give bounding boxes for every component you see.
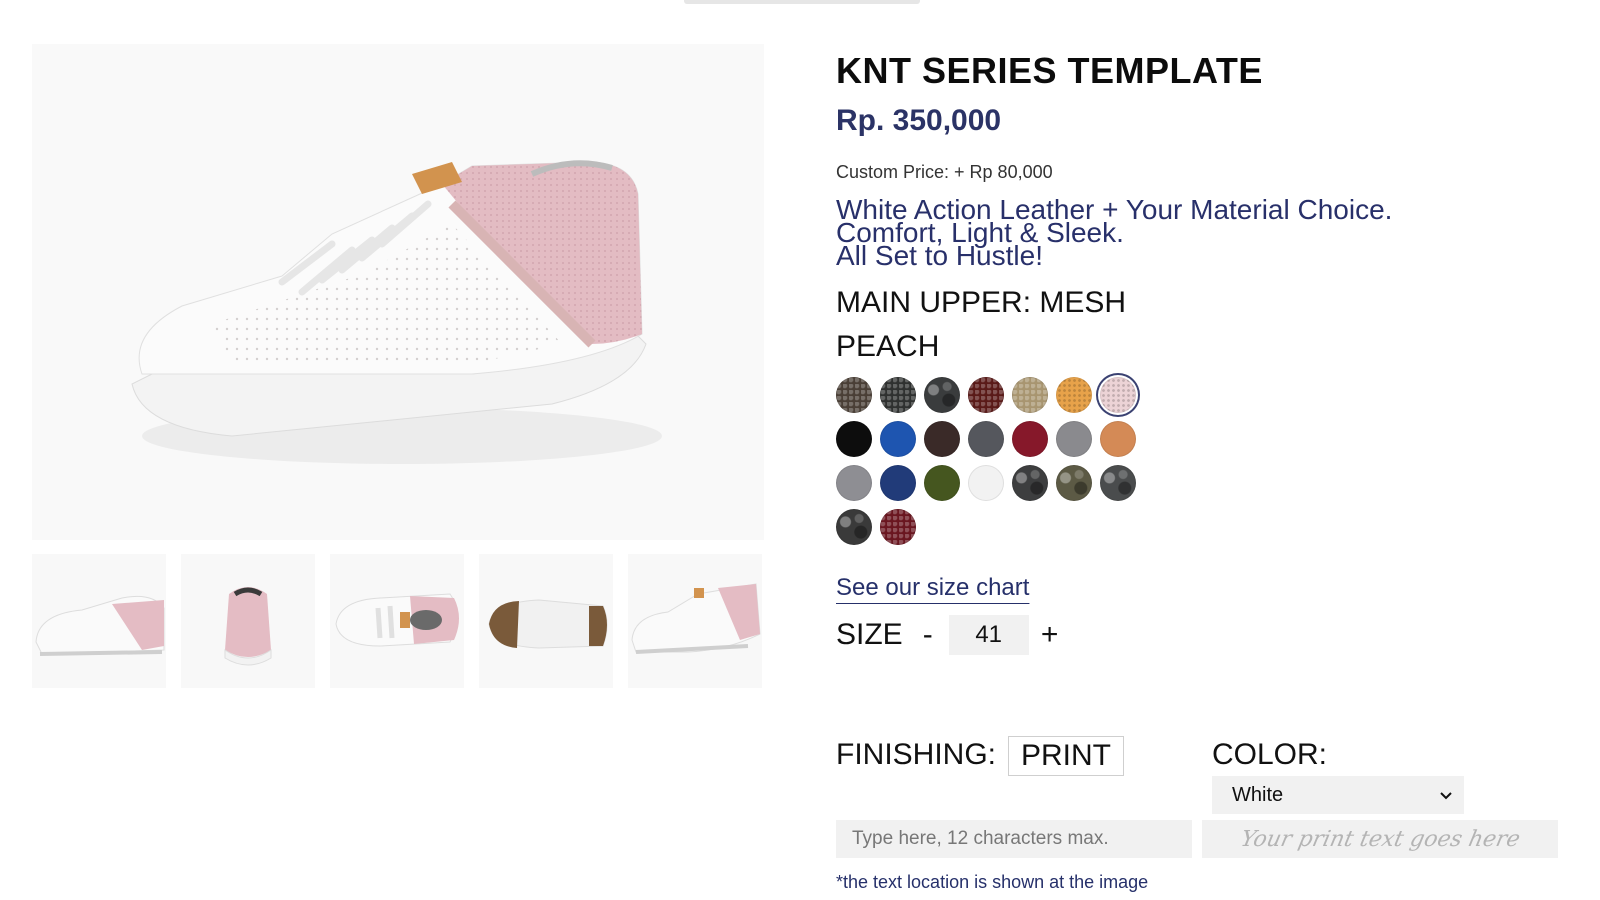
product-title: KNT SERIES TEMPLATE: [836, 50, 1263, 91]
text-location-note: *the text location is shown at the image: [836, 872, 1149, 892]
material-swatch[interactable]: [1012, 377, 1048, 413]
thumbnail-sole[interactable]: [479, 554, 613, 688]
material-swatch[interactable]: [880, 377, 916, 413]
size-chart-link[interactable]: See our size chart: [836, 574, 1029, 602]
size-decrement-button[interactable]: -: [917, 618, 939, 652]
material-swatch[interactable]: [1056, 377, 1092, 413]
selected-color-name: PEACH: [836, 330, 940, 363]
material-swatch[interactable]: [1100, 465, 1136, 501]
product-price: Rp. 350,000: [836, 104, 1002, 137]
material-swatch[interactable]: [1012, 465, 1048, 501]
color-select-value: White: [1232, 783, 1284, 806]
material-swatch[interactable]: [836, 377, 872, 413]
color-select[interactable]: White: [1212, 776, 1464, 814]
print-text-preview: Your print text goes here: [1202, 820, 1558, 858]
custom-price: Custom Price: + Rp 80,000: [836, 162, 1053, 182]
material-swatch[interactable]: [968, 377, 1004, 413]
material-swatch-grid: [836, 377, 1156, 545]
finishing-label: FINISHING:: [836, 738, 997, 771]
size-input[interactable]: [948, 615, 1029, 655]
chevron-down-icon: [1440, 787, 1452, 803]
thumbnail-strip: [32, 554, 764, 688]
material-heading: MAIN UPPER: MESH: [836, 286, 1127, 319]
print-preview-text: Your print text goes here: [1238, 826, 1522, 852]
material-swatch[interactable]: [1056, 465, 1092, 501]
material-swatch[interactable]: [924, 377, 960, 413]
product-description: White Action Leather + Your Material Cho…: [836, 196, 1536, 271]
thumbnail-top[interactable]: [330, 554, 464, 688]
finishing-option-print[interactable]: PRINT: [1008, 736, 1124, 776]
thumbnail-side[interactable]: [32, 554, 166, 688]
description-line: All Set to Hustle!: [836, 240, 1043, 271]
size-increment-button[interactable]: +: [1039, 618, 1061, 652]
material-swatch[interactable]: [836, 465, 872, 501]
print-text-input[interactable]: [836, 820, 1192, 858]
color-label: COLOR:: [1212, 738, 1328, 771]
main-product-image[interactable]: [32, 44, 764, 540]
material-swatch[interactable]: [924, 465, 960, 501]
material-swatch[interactable]: [1012, 421, 1048, 457]
material-swatch[interactable]: [924, 421, 960, 457]
material-swatch[interactable]: [1100, 421, 1136, 457]
thumbnail-back[interactable]: [181, 554, 315, 688]
material-swatch[interactable]: [880, 509, 916, 545]
material-swatch[interactable]: [880, 421, 916, 457]
size-selector: SIZE - +: [836, 614, 1061, 656]
size-label: SIZE: [836, 618, 903, 651]
material-swatch[interactable]: [836, 421, 872, 457]
material-swatch[interactable]: [1056, 421, 1092, 457]
material-swatch[interactable]: [880, 465, 916, 501]
thumbnail-front-angle[interactable]: [628, 554, 762, 688]
material-swatch[interactable]: [1100, 377, 1136, 413]
material-swatch[interactable]: [836, 509, 872, 545]
material-swatch[interactable]: [968, 421, 1004, 457]
top-scroll-indicator: [684, 0, 920, 4]
material-swatch[interactable]: [968, 465, 1004, 501]
